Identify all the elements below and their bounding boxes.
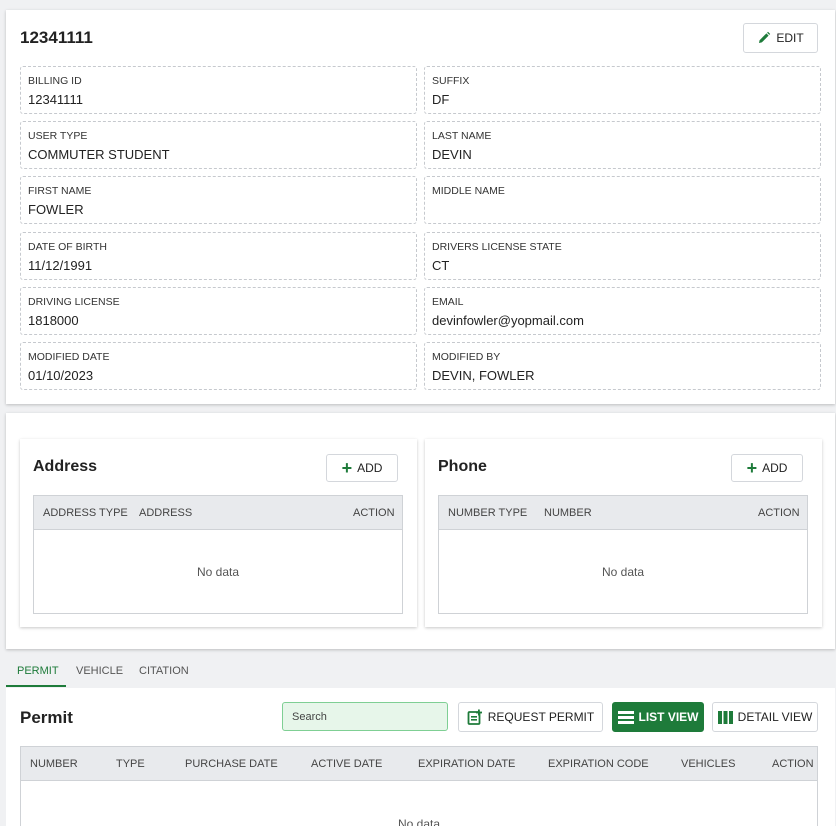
field-label: SUFFIX <box>432 75 470 87</box>
column-header[interactable]: ADDRESS <box>139 507 192 519</box>
column-header[interactable]: ACTION <box>758 507 800 519</box>
phone-table: NUMBER TYPE NUMBER ACTION No data <box>438 495 808 614</box>
field-email: EMAIL devinfowler@yopmail.com <box>424 287 821 335</box>
field-label: USER TYPE <box>28 130 88 142</box>
contact-section: Address + ADD ADDRESS TYPE ADDRESS ACTIO… <box>6 413 835 649</box>
pencil-icon <box>759 31 771 43</box>
tab-citation[interactable]: CITATION <box>139 665 189 677</box>
column-header[interactable]: ACTION <box>353 507 395 519</box>
field-drivers-license-state: DRIVERS LICENSE STATE CT <box>424 232 821 280</box>
column-header[interactable]: VEHICLES <box>681 758 735 770</box>
column-header[interactable]: TYPE <box>116 758 145 770</box>
field-driving-license: DRIVING LICENSE 1818000 <box>20 287 417 335</box>
field-label: MODIFIED DATE <box>28 351 110 363</box>
column-header[interactable]: EXPIRATION CODE <box>548 758 649 770</box>
field-label: EMAIL <box>432 296 464 308</box>
detail-view-label: DETAIL VIEW <box>737 710 813 724</box>
column-header[interactable]: ACTION <box>772 758 814 770</box>
field-value: CT <box>432 258 450 273</box>
column-header[interactable]: PURCHASE DATE <box>185 758 278 770</box>
permit-table: NUMBER TYPE PURCHASE DATE ACTIVE DATE EX… <box>20 746 818 826</box>
table-header: NUMBER TYPE PURCHASE DATE ACTIVE DATE EX… <box>21 747 817 781</box>
list-icon <box>617 710 634 724</box>
field-label: DATE OF BIRTH <box>28 241 107 253</box>
detail-view-button[interactable]: DETAIL VIEW <box>712 702 818 732</box>
field-value: DEVIN <box>432 147 472 162</box>
empty-state: No data <box>601 565 645 579</box>
profile-card: 12341111 EDIT BILLING ID 12341111 SUFFIX… <box>6 10 835 404</box>
table-header: NUMBER TYPE NUMBER ACTION <box>439 496 807 530</box>
add-address-label: ADD <box>357 461 383 475</box>
phone-title: Phone <box>438 458 487 475</box>
field-label: BILLING ID <box>28 75 82 87</box>
field-label: LAST NAME <box>432 130 492 142</box>
edit-button-label: EDIT <box>776 31 804 45</box>
add-phone-button[interactable]: + ADD <box>731 454 803 482</box>
field-label: FIRST NAME <box>28 185 92 197</box>
address-title: Address <box>33 458 98 475</box>
tab-permit[interactable]: PERMIT <box>17 665 59 677</box>
field-value: COMMUTER STUDENT <box>28 147 170 162</box>
add-phone-label: ADD <box>762 461 788 475</box>
column-header[interactable]: EXPIRATION DATE <box>418 758 515 770</box>
tab-vehicle[interactable]: VEHICLE <box>76 665 123 677</box>
search-input[interactable] <box>282 702 448 731</box>
add-document-icon <box>467 709 482 725</box>
field-value: 01/10/2023 <box>28 368 94 383</box>
address-table: ADDRESS TYPE ADDRESS ACTION No data <box>33 495 403 614</box>
tab-bar: PERMIT VEHICLE CITATION <box>6 656 835 687</box>
field-label: DRIVING LICENSE <box>28 296 120 308</box>
column-header[interactable]: NUMBER <box>544 507 592 519</box>
field-middle-name: MIDDLE NAME <box>424 176 821 224</box>
field-billing-id: BILLING ID 12341111 <box>20 66 417 114</box>
field-suffix: SUFFIX DF <box>424 66 821 114</box>
page-title: 12341111 <box>20 28 93 47</box>
field-modified-by: MODIFIED BY DEVIN, FOWLER <box>424 342 821 390</box>
field-modified-date: MODIFIED DATE 01/10/2023 <box>20 342 417 390</box>
request-permit-label: REQUEST PERMIT <box>487 710 595 724</box>
field-value: 1818000 <box>28 313 79 328</box>
active-tab-indicator <box>6 685 66 687</box>
phone-card: Phone + ADD NUMBER TYPE NUMBER ACTION No… <box>425 439 822 627</box>
plus-icon: + <box>746 458 758 478</box>
column-header[interactable]: NUMBER TYPE <box>448 507 527 519</box>
request-permit-button[interactable]: REQUEST PERMIT <box>458 702 603 732</box>
column-header[interactable]: NUMBER <box>30 758 78 770</box>
plus-icon: + <box>341 458 353 478</box>
table-header: ADDRESS TYPE ADDRESS ACTION <box>34 496 402 530</box>
field-first-name: FIRST NAME FOWLER <box>20 176 417 224</box>
columns-icon <box>717 710 733 724</box>
field-value: DF <box>432 92 450 107</box>
field-label: MODIFIED BY <box>432 351 501 363</box>
field-last-name: LAST NAME DEVIN <box>424 121 821 169</box>
address-card: Address + ADD ADDRESS TYPE ADDRESS ACTIO… <box>20 439 417 627</box>
field-value: FOWLER <box>28 202 84 217</box>
empty-state: No data <box>397 817 441 826</box>
field-label: DRIVERS LICENSE STATE <box>432 241 562 253</box>
permit-title: Permit <box>20 708 73 727</box>
field-value: devinfowler@yopmail.com <box>432 313 584 328</box>
edit-button[interactable]: EDIT <box>743 23 818 53</box>
empty-state: No data <box>196 565 240 579</box>
field-user-type: USER TYPE COMMUTER STUDENT <box>20 121 417 169</box>
field-value: DEVIN, FOWLER <box>432 368 535 383</box>
field-value: 11/12/1991 <box>28 258 93 273</box>
add-address-button[interactable]: + ADD <box>326 454 398 482</box>
column-header[interactable]: ADDRESS TYPE <box>43 507 128 519</box>
field-date-of-birth: DATE OF BIRTH 11/12/1991 <box>20 232 417 280</box>
field-label: MIDDLE NAME <box>432 185 505 197</box>
column-header[interactable]: ACTIVE DATE <box>311 758 382 770</box>
permit-panel: Permit REQUEST PERMIT LIST VIEW DETAIL V… <box>6 688 835 826</box>
list-view-button[interactable]: LIST VIEW <box>612 702 704 732</box>
list-view-label: LIST VIEW <box>638 710 699 724</box>
field-value: 12341111 <box>28 92 83 107</box>
